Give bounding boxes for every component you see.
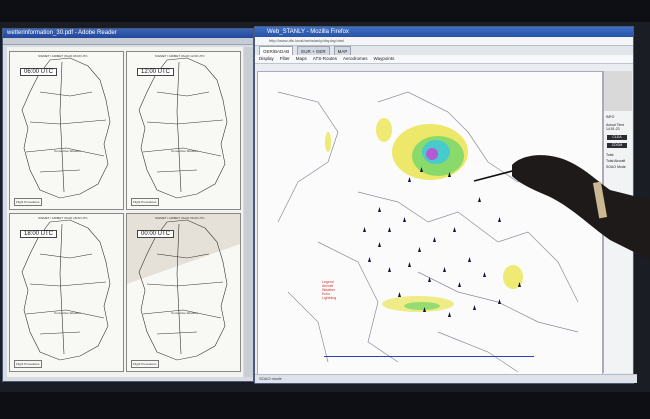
pointing-hand	[473, 155, 650, 260]
hand-silhouette	[512, 155, 650, 260]
